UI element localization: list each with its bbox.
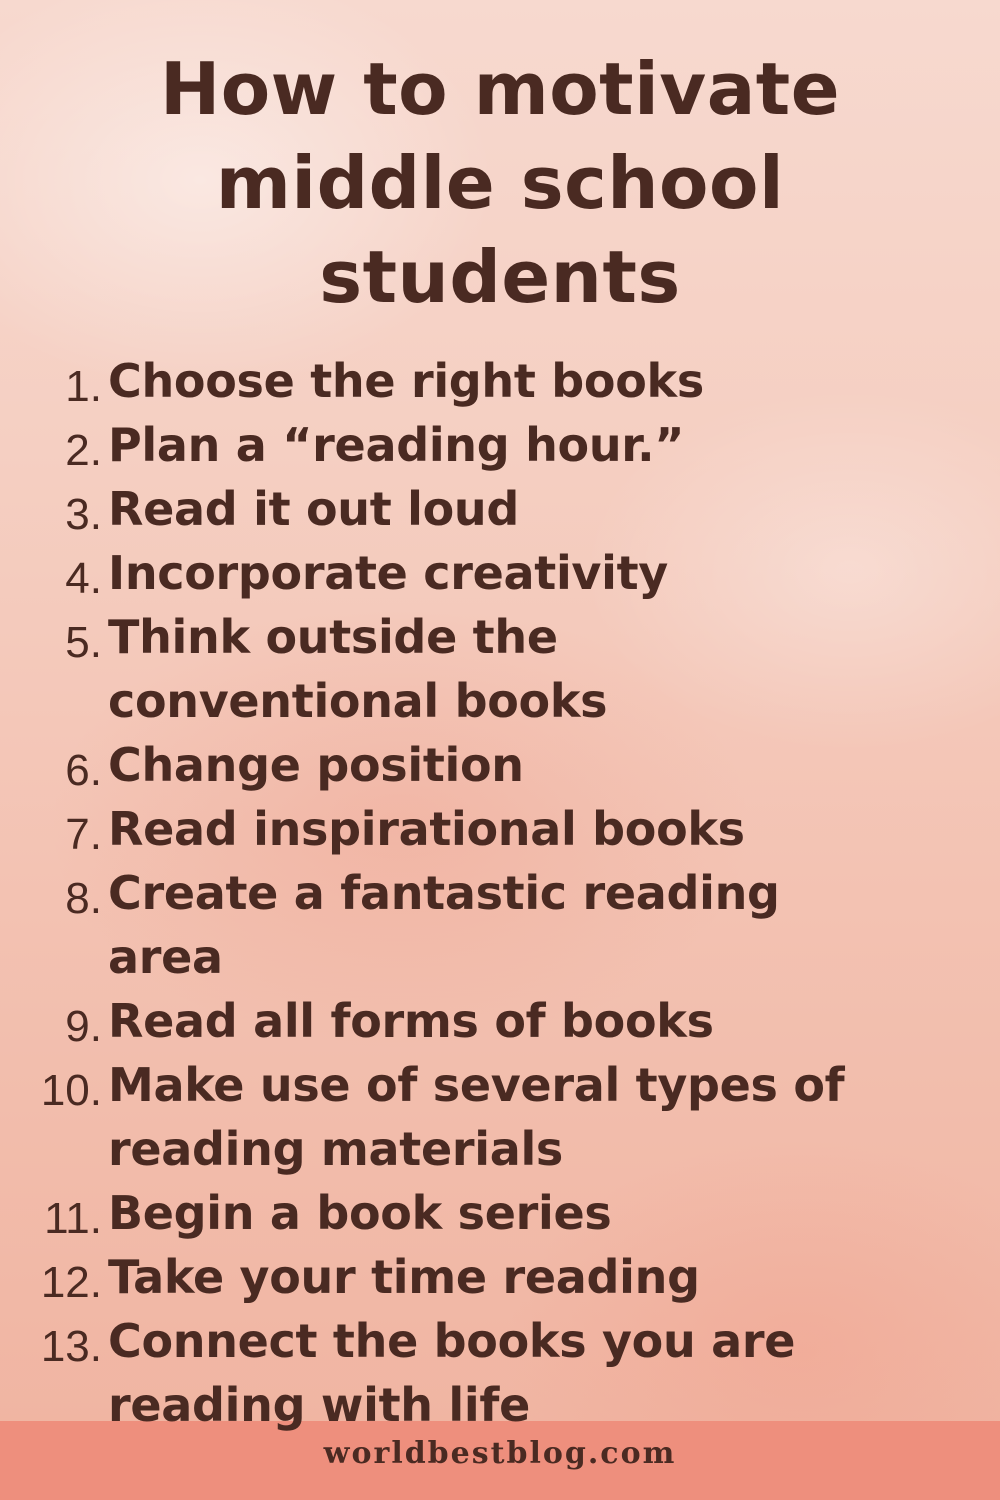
item-text: Connect the books you are reading with l… [108, 1314, 796, 1432]
footer-site-name: worldbestblog.com [323, 1436, 677, 1471]
list-item: 1. Choose the right books [0, 349, 1000, 413]
list-item: 12. Take your time reading [0, 1245, 1000, 1309]
item-text: Take your time reading [108, 1250, 700, 1304]
title-line-3: students [319, 235, 681, 319]
title-line-2: middle school [215, 141, 785, 225]
page-title: How to motivate middle school students [0, 42, 1000, 324]
item-text: Read all forms of books [108, 994, 714, 1048]
item-text: Think outside the conventional books [108, 610, 608, 728]
list-item: 2. Plan a “reading hour.” [0, 413, 1000, 477]
item-number: 9. [65, 1002, 102, 1051]
item-text: Read inspirational books [108, 802, 745, 856]
item-number: 12. [40, 1258, 102, 1307]
list-item: 4. Incorporate creativity [0, 541, 1000, 605]
list-item: 5. Think outside the conventional books [0, 605, 1000, 733]
item-number: 4. [65, 554, 102, 603]
item-text: Make use of several types of reading mat… [108, 1058, 845, 1176]
item-text: Plan a “reading hour.” [108, 418, 685, 472]
list-item: 11. Begin a book series [0, 1181, 1000, 1245]
list-item: 13. Connect the books you are reading wi… [0, 1309, 1000, 1437]
title-line-1: How to motivate [159, 47, 841, 131]
list-item: 6. Change position [0, 733, 1000, 797]
list-item: 3. Read it out loud [0, 477, 1000, 541]
list-item: 7. Read inspirational books [0, 797, 1000, 861]
item-text: Incorporate creativity [108, 546, 668, 600]
item-number: 10. [40, 1066, 102, 1115]
list-item: 9. Read all forms of books [0, 989, 1000, 1053]
item-text: Create a fantastic reading area [108, 866, 780, 984]
item-number: 8. [65, 874, 102, 923]
item-number: 11. [44, 1194, 102, 1243]
item-text: Change position [108, 738, 524, 792]
item-number: 2. [65, 426, 102, 475]
list-item: 8. Create a fantastic reading area [0, 861, 1000, 989]
item-number: 13. [40, 1322, 102, 1371]
item-number: 6. [65, 746, 102, 795]
item-number: 1. [65, 362, 102, 411]
item-text: Begin a book series [108, 1186, 612, 1240]
tips-list: 1. Choose the right books 2. Plan a “rea… [0, 349, 1000, 1437]
item-number: 5. [65, 618, 102, 667]
item-text: Read it out loud [108, 482, 519, 536]
item-text: Choose the right books [108, 354, 704, 408]
item-number: 3. [65, 490, 102, 539]
list-item: 10. Make use of several types of reading… [0, 1053, 1000, 1181]
item-number: 7. [65, 810, 102, 859]
